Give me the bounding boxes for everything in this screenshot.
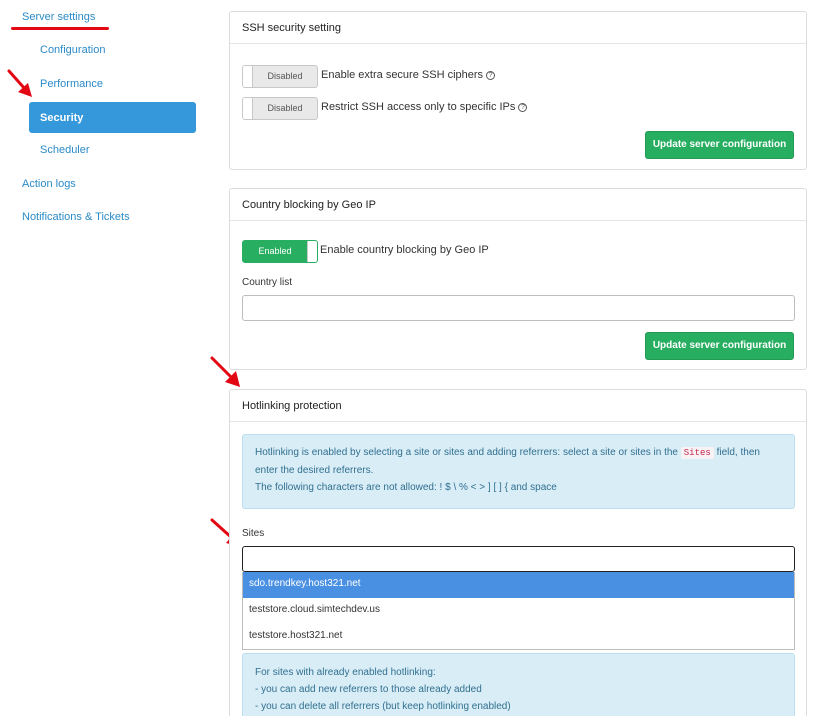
panel-title: Country blocking by Geo IP xyxy=(230,189,806,221)
ssh-ciphers-text: Enable extra secure SSH ciphers xyxy=(321,69,484,81)
note-line: - you can add new referrers to those alr… xyxy=(255,684,482,695)
info-text: Hotlinking is enabled by selecting a sit… xyxy=(255,447,678,458)
sites-option[interactable]: teststore.host321.net xyxy=(243,624,794,650)
geo-blocking-panel: Country blocking by Geo IP Enabled Enabl… xyxy=(229,188,807,370)
sidebar-item-performance[interactable]: Performance xyxy=(40,78,103,90)
ssh-ciphers-label: Enable extra secure SSH ciphers? xyxy=(321,69,496,81)
panel-title: SSH security setting xyxy=(230,12,806,44)
ssh-ips-toggle[interactable]: Disabled xyxy=(242,97,318,120)
help-icon[interactable]: ? xyxy=(518,103,528,112)
toggle-knob xyxy=(243,98,253,119)
sidebar-item-notifications[interactable]: Notifications & Tickets xyxy=(22,211,130,223)
sites-label: Sites xyxy=(242,528,265,539)
hotlinking-note: For sites with already enabled hotlinkin… xyxy=(242,653,795,716)
sites-dropdown: sdo.trendkey.host321.net teststore.cloud… xyxy=(242,572,795,650)
sidebar-item-security[interactable]: Security xyxy=(29,102,196,133)
info-text: field, then xyxy=(716,447,760,458)
geo-blocking-label: Enable country blocking by Geo IP xyxy=(320,244,489,256)
panel-title: Hotlinking protection xyxy=(230,390,806,422)
hotlinking-panel: Hotlinking protection Hotlinking is enab… xyxy=(229,389,807,716)
info-line: enter the desired referrers. xyxy=(255,465,374,476)
ssh-ciphers-toggle[interactable]: Disabled xyxy=(242,65,318,88)
sidebar-item-configuration[interactable]: Configuration xyxy=(40,44,105,56)
ssh-ips-label: Restrict SSH access only to specific IPs… xyxy=(321,101,528,113)
sidebar-item-scheduler[interactable]: Scheduler xyxy=(40,144,90,156)
geo-blocking-toggle[interactable]: Enabled xyxy=(242,240,318,263)
toggle-knob xyxy=(243,66,253,87)
sites-code: Sites xyxy=(680,447,714,459)
sites-input[interactable] xyxy=(242,546,795,572)
toggle-state: Disabled xyxy=(267,71,303,81)
sidebar-item-action-logs[interactable]: Action logs xyxy=(22,178,76,190)
ssh-ips-text: Restrict SSH access only to specific IPs xyxy=(321,101,516,113)
geo-update-button[interactable]: Update server configuration xyxy=(645,332,794,360)
toggle-state: Disabled xyxy=(267,103,303,113)
sites-option[interactable]: sdo.trendkey.host321.net xyxy=(243,572,794,598)
hotlinking-info: Hotlinking is enabled by selecting a sit… xyxy=(242,434,795,509)
toggle-state: Enabled xyxy=(258,246,292,256)
annotation-arrow-icon xyxy=(7,69,32,97)
sites-option[interactable]: teststore.cloud.simtechdev.us xyxy=(243,598,794,624)
country-list-input[interactable] xyxy=(242,295,795,321)
info-line: Hotlinking is enabled by selecting a sit… xyxy=(255,444,782,462)
note-line: For sites with already enabled hotlinkin… xyxy=(255,667,436,678)
annotation-underline xyxy=(11,27,109,30)
country-list-label: Country list xyxy=(242,277,293,288)
ssh-update-button[interactable]: Update server configuration xyxy=(645,131,794,159)
ssh-security-panel: SSH security setting Disabled Enable ext… xyxy=(229,11,807,170)
help-icon[interactable]: ? xyxy=(486,71,496,80)
info-line: The following characters are not allowed… xyxy=(255,482,557,493)
toggle-knob xyxy=(307,241,317,262)
note-line: - you can delete all referrers (but keep… xyxy=(255,701,511,712)
sidebar-item-server-settings[interactable]: Server settings xyxy=(22,11,95,23)
